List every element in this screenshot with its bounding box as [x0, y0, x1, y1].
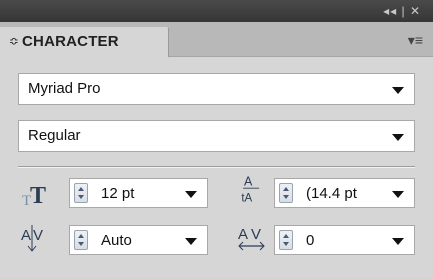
font-size-field[interactable]: 12 pt — [69, 178, 208, 208]
font-size-icon: T T — [22, 183, 46, 209]
chevron-down-icon[interactable] — [392, 87, 404, 94]
svg-text:V: V — [33, 227, 43, 244]
chevron-down-icon[interactable] — [392, 238, 404, 245]
font-family-value: Myriad Pro — [28, 80, 101, 97]
tracking-field[interactable]: 0 — [274, 225, 415, 255]
kerning-icon: A V — [21, 225, 43, 252]
svg-text:tA: tA — [241, 193, 252, 205]
collapse-arrows-icon[interactable]: ≎ — [9, 34, 19, 48]
svg-text:V: V — [251, 226, 261, 243]
chevron-down-icon[interactable] — [392, 191, 404, 198]
chevron-down-icon[interactable] — [185, 191, 197, 198]
tracking-icon: A V — [238, 226, 265, 251]
panel-titlebar: ◂◂ | ✕ — [0, 0, 433, 22]
tracking-stepper-icon[interactable] — [279, 230, 293, 250]
svg-text:A: A — [238, 226, 248, 243]
panel-tab-row: ≎ CHARACTER ▾≡ — [0, 22, 433, 57]
svg-text:T: T — [30, 183, 46, 209]
tab-character-label: CHARACTER — [22, 33, 119, 50]
font-size-value: 12 pt — [101, 185, 135, 202]
leading-field[interactable]: (14.4 pt — [274, 178, 415, 208]
svg-text:A: A — [21, 227, 31, 244]
section-divider — [18, 166, 415, 168]
tab-character[interactable]: ≎ CHARACTER — [0, 27, 169, 57]
kerning-value: Auto — [101, 232, 132, 249]
kerning-stepper-icon[interactable] — [74, 230, 88, 250]
panel-menu-icon[interactable]: ▾≡ — [408, 32, 423, 49]
panel-window-controls[interactable]: ◂◂ | ✕ — [383, 4, 421, 18]
font-family-dropdown[interactable]: Myriad Pro — [18, 73, 415, 105]
font-size-stepper-icon[interactable] — [74, 183, 88, 203]
chevron-down-icon[interactable] — [392, 134, 404, 141]
chevron-down-icon[interactable] — [185, 238, 197, 245]
kerning-field[interactable]: Auto — [69, 225, 208, 255]
font-style-value: Regular — [28, 127, 81, 144]
font-style-dropdown[interactable]: Regular — [18, 120, 415, 152]
svg-text:A: A — [244, 175, 253, 189]
tracking-value: 0 — [306, 232, 315, 249]
leading-value: (14.4 pt — [306, 185, 357, 202]
leading-icon: A tA — [241, 175, 260, 205]
leading-stepper-icon[interactable] — [279, 183, 293, 203]
